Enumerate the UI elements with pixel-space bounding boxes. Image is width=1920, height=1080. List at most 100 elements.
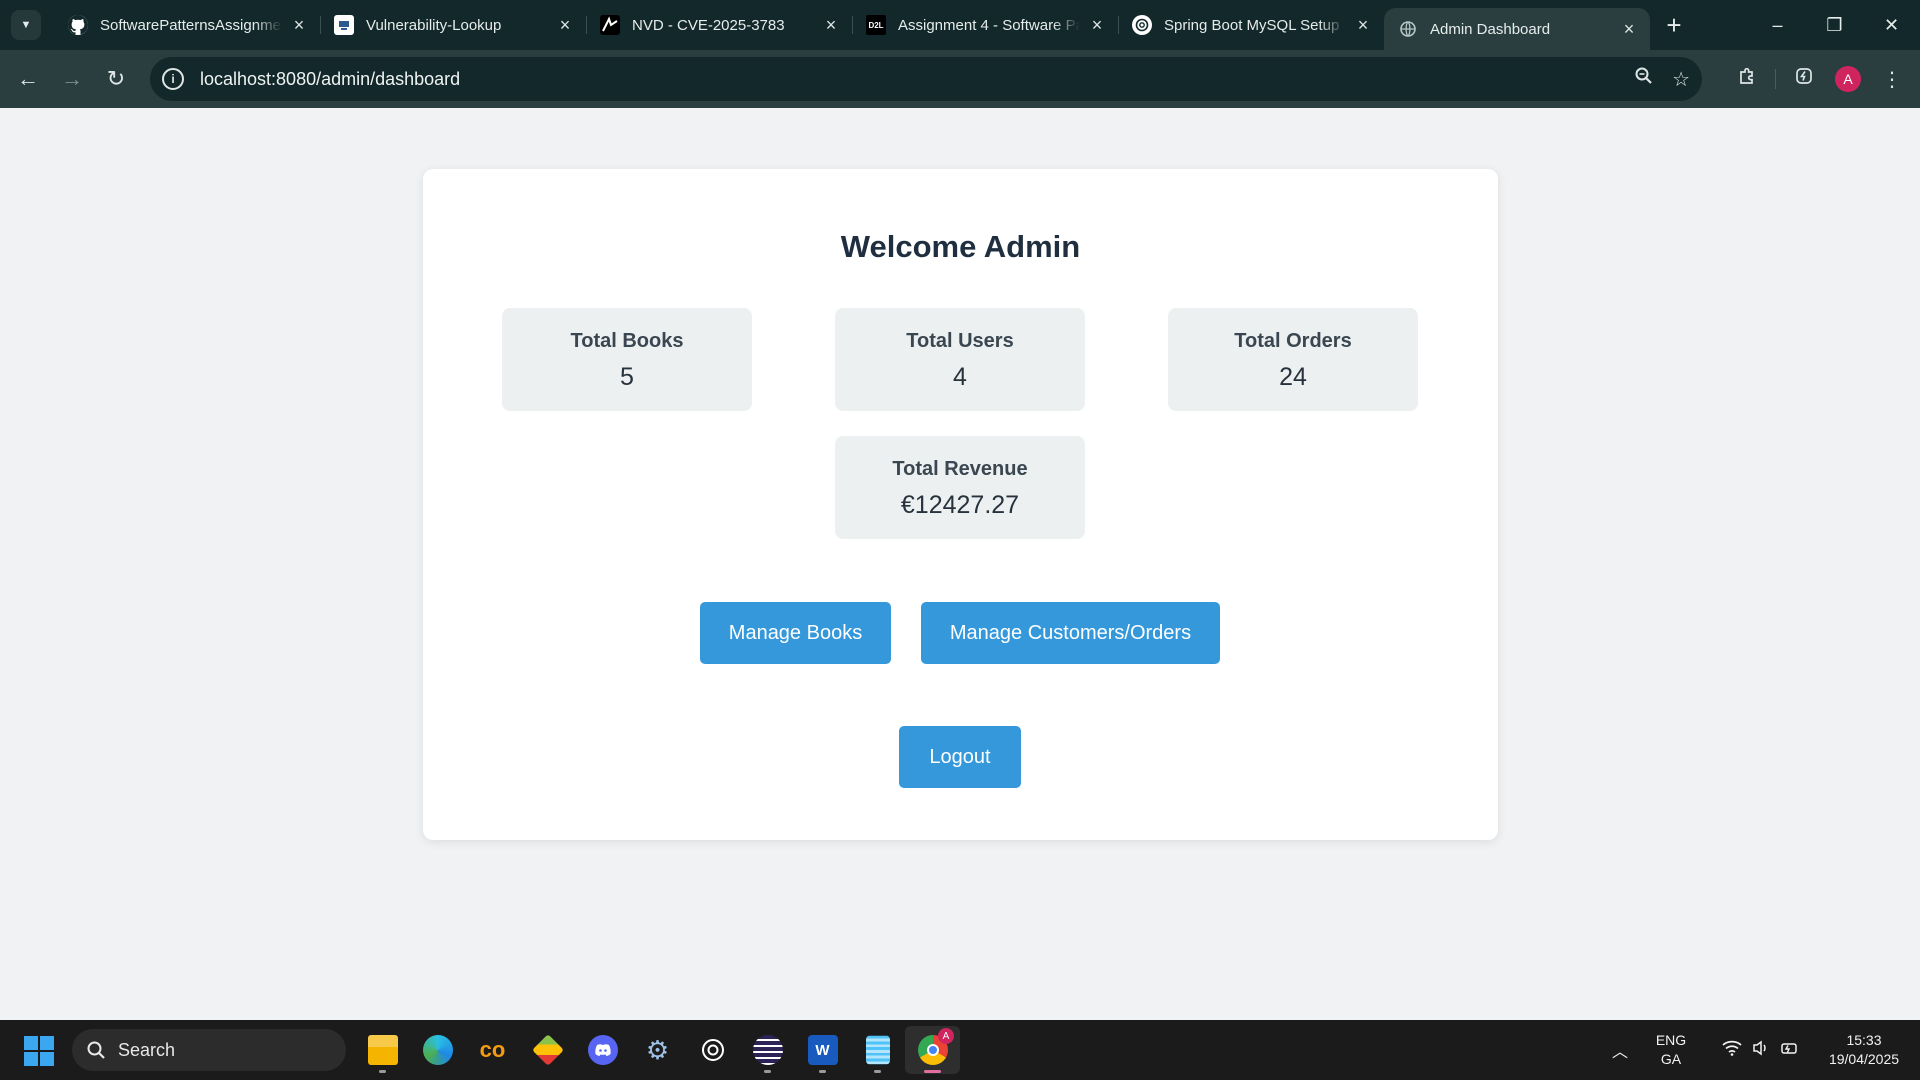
tab-admin-dashboard[interactable]: Admin Dashboard × (1384, 8, 1650, 50)
close-icon[interactable]: × (290, 15, 308, 36)
stat-value: 4 (953, 363, 967, 391)
address-bar[interactable]: i localhost:8080/admin/dashboard ☆ (150, 57, 1702, 101)
taskbar-app-bluestacks[interactable] (520, 1026, 575, 1074)
stat-card-total-orders: Total Orders 24 (1168, 308, 1418, 411)
show-hidden-icons-button[interactable]: ︿ (1600, 1038, 1640, 1062)
chatgpt-icon (698, 1035, 728, 1065)
chevron-down-icon: ▼ (20, 19, 32, 31)
eclipse-icon (752, 1035, 783, 1065)
taskbar-search[interactable]: Search (72, 1029, 346, 1071)
tab-nvd[interactable]: NVD - CVE-2025-3783 × (586, 0, 852, 50)
close-icon[interactable]: × (1088, 15, 1106, 36)
close-window-button[interactable]: ✕ (1863, 0, 1920, 50)
openai-icon (1132, 15, 1152, 35)
close-icon[interactable]: × (1354, 15, 1372, 36)
close-icon[interactable]: × (822, 15, 840, 36)
logout-button[interactable]: Logout (899, 726, 1021, 788)
d2l-icon: D2L (866, 15, 886, 35)
close-icon: ✕ (1883, 14, 1900, 35)
stat-card-total-users: Total Users 4 (835, 308, 1085, 411)
tab-spring-boot[interactable]: Spring Boot MySQL Setup × (1118, 0, 1384, 50)
edge-icon (422, 1035, 453, 1065)
profile-avatar[interactable]: A (1835, 66, 1861, 92)
vulnerability-lookup-icon (334, 15, 354, 35)
word-icon: W (807, 1035, 838, 1065)
taskbar-app-chrome[interactable]: A (905, 1026, 960, 1074)
stat-label: Total Users (906, 330, 1014, 352)
taskbar-app-file-explorer[interactable] (355, 1026, 410, 1074)
manage-customers-orders-button[interactable]: Manage Customers/Orders (921, 602, 1220, 664)
running-indicator (819, 1070, 826, 1073)
system-tray: ︿ ENG GA 15:33 19/04/2025 (1600, 1020, 1920, 1080)
close-icon[interactable]: × (556, 15, 574, 36)
back-button[interactable]: ← (6, 57, 50, 101)
taskbar-app-chatgpt[interactable] (685, 1026, 740, 1074)
windows-logo-icon (40, 1036, 54, 1050)
discord-icon (587, 1035, 618, 1065)
manage-books-button[interactable]: Manage Books (700, 602, 891, 664)
reload-button[interactable]: ↻ (94, 57, 138, 101)
language-indicator[interactable]: ENG GA (1644, 1031, 1698, 1069)
restore-button[interactable]: ❐ (1806, 0, 1863, 50)
tab-title: Admin Dashboard (1430, 20, 1551, 38)
running-indicator (764, 1070, 771, 1073)
running-indicator (379, 1070, 386, 1073)
taskbar-apps: co ⚙ W A (355, 1026, 960, 1074)
windows-logo-icon (24, 1052, 38, 1066)
site-info-icon[interactable]: i (162, 68, 184, 90)
tab-search-button[interactable]: ▼ (11, 10, 41, 40)
chrome-center (926, 1044, 939, 1056)
window-controls: – ❐ ✕ (1749, 0, 1920, 50)
stat-label: Total Orders (1234, 330, 1352, 352)
notepad-icon (865, 1035, 890, 1065)
clock[interactable]: 15:33 19/04/2025 (1814, 1031, 1914, 1069)
tab-assignment-4[interactable]: D2L Assignment 4 - Software Patterns × (852, 0, 1118, 50)
volume-icon (1752, 1040, 1770, 1061)
file-explorer-icon (367, 1035, 398, 1065)
quick-settings[interactable] (1722, 1040, 1800, 1061)
search-icon (86, 1040, 106, 1060)
taskbar-app-eclipse[interactable] (740, 1026, 795, 1074)
taskbar-app-word[interactable]: W (795, 1026, 850, 1074)
extensions-button[interactable] (1725, 57, 1769, 101)
reload-icon: ↻ (106, 66, 126, 91)
page-viewport: Welcome Admin Total Books 5 Total Users … (0, 108, 1920, 1020)
taskbar-app-edge[interactable] (410, 1026, 465, 1074)
performance-button[interactable] (1782, 57, 1826, 101)
speed-icon (1794, 66, 1814, 92)
stat-value: 24 (1279, 363, 1307, 391)
minimize-button[interactable]: – (1749, 0, 1806, 50)
stat-value: €12427.27 (900, 491, 1020, 519)
clock-date: 19/04/2025 (1828, 1051, 1900, 1067)
tab-vulnerability-lookup[interactable]: Vulnerability-Lookup × (320, 0, 586, 50)
github-icon (68, 15, 88, 35)
bluestacks-icon (531, 1034, 564, 1066)
new-tab-button[interactable]: + (1656, 7, 1692, 43)
stat-card-total-books: Total Books 5 (502, 308, 752, 411)
running-indicator (924, 1070, 941, 1073)
tab-strip: ▼ SoftwarePatternsAssignment × Vulnerabi… (0, 0, 1920, 50)
language-code: ENG (1655, 1032, 1687, 1048)
tab-title: Vulnerability-Lookup (366, 16, 502, 34)
taskbar-app-discord[interactable] (575, 1026, 630, 1074)
forward-button[interactable]: → (50, 57, 94, 101)
stat-value: 5 (620, 363, 634, 391)
region-code: GA (1660, 1051, 1682, 1067)
start-button[interactable] (24, 1036, 54, 1066)
taskbar-app-co[interactable]: co (465, 1026, 520, 1074)
tab-softwarepatterns[interactable]: SoftwarePatternsAssignment × (54, 0, 320, 50)
zoom-icon[interactable] (1634, 66, 1654, 92)
forward-arrow-icon: → (61, 66, 83, 91)
taskbar-app-settings[interactable]: ⚙ (630, 1026, 685, 1074)
battery-charging-icon (1780, 1040, 1800, 1061)
windows-logo-icon (40, 1052, 54, 1066)
stat-card-total-revenue: Total Revenue €12427.27 (835, 436, 1085, 539)
taskbar-app-notepad[interactable] (850, 1026, 905, 1074)
minimize-icon: – (1772, 14, 1783, 35)
running-indicator (874, 1070, 881, 1073)
close-icon[interactable]: × (1620, 19, 1638, 40)
bookmark-star-icon[interactable]: ☆ (1672, 67, 1690, 92)
browser-menu-button[interactable]: ⋮ (1870, 57, 1914, 101)
more-vert-icon: ⋮ (1882, 68, 1902, 91)
url-text[interactable]: localhost:8080/admin/dashboard (200, 69, 460, 90)
